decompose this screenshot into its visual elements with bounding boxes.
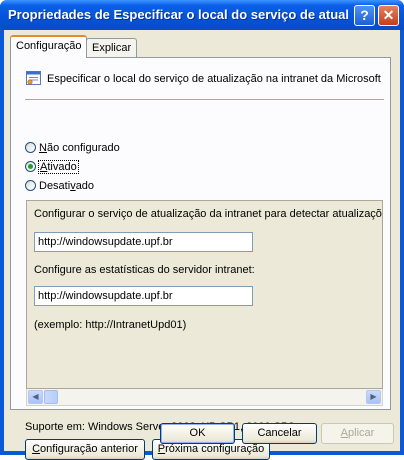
title-bar[interactable]: Propriedades de Especificar o local do s… xyxy=(0,0,404,30)
ok-button[interactable]: OK xyxy=(160,423,235,444)
stats-server-label: Configure as estatísticas do servidor in… xyxy=(34,264,255,276)
scroll-left-icon[interactable]: ◀ xyxy=(28,390,43,404)
scroll-right-icon[interactable]: ▶ xyxy=(366,390,381,404)
separator xyxy=(25,99,384,101)
apply-button[interactable]: Aplicar xyxy=(321,423,394,444)
cancel-button[interactable]: Cancelar xyxy=(242,423,317,444)
close-button[interactable]: ✕ xyxy=(378,5,399,26)
tab-configuracao[interactable]: Configuração xyxy=(10,35,88,58)
tab-explicar[interactable]: Explicar xyxy=(86,38,138,57)
help-button[interactable]: ? xyxy=(354,5,375,26)
stats-server-input[interactable] xyxy=(34,286,253,306)
radio-indicator-checked[interactable] xyxy=(25,161,36,172)
radio-label-ativado: Ativado xyxy=(38,159,79,174)
options-area: Configurar o serviço de atualização da i… xyxy=(26,200,383,389)
horizontal-scrollbar[interactable]: ◀ ▶ xyxy=(26,389,383,406)
radio-nao-configurado[interactable]: Não configurado xyxy=(25,140,120,155)
radio-indicator[interactable] xyxy=(25,142,36,153)
window-title: Propriedades de Especificar o local do s… xyxy=(8,7,348,22)
radio-ativado[interactable]: Ativado xyxy=(25,159,79,174)
radio-label-desativado: Desativado xyxy=(39,179,95,192)
radio-desativado[interactable]: Desativado xyxy=(25,178,94,193)
detect-server-label: Configurar o serviço de atualização da i… xyxy=(34,208,383,220)
scroll-thumb[interactable] xyxy=(44,390,58,404)
dialog-window: Propriedades de Especificar o local do s… xyxy=(0,0,404,460)
detect-server-input[interactable] xyxy=(34,232,253,252)
policy-icon xyxy=(26,71,41,85)
settings-panel: Especificar o local do serviço de atuali… xyxy=(10,57,391,460)
dialog-client: Configuração Explicar Especificar o loca… xyxy=(4,30,400,460)
radio-label-nao-configurado: Não configurado xyxy=(39,141,120,154)
policy-title: Especificar o local do serviço de atuali… xyxy=(47,73,381,85)
radio-indicator[interactable] xyxy=(25,180,36,191)
example-text: (exemplo: http://IntranetUpd01) xyxy=(34,319,187,331)
previous-setting-button[interactable]: Configuração anterior xyxy=(25,439,145,460)
